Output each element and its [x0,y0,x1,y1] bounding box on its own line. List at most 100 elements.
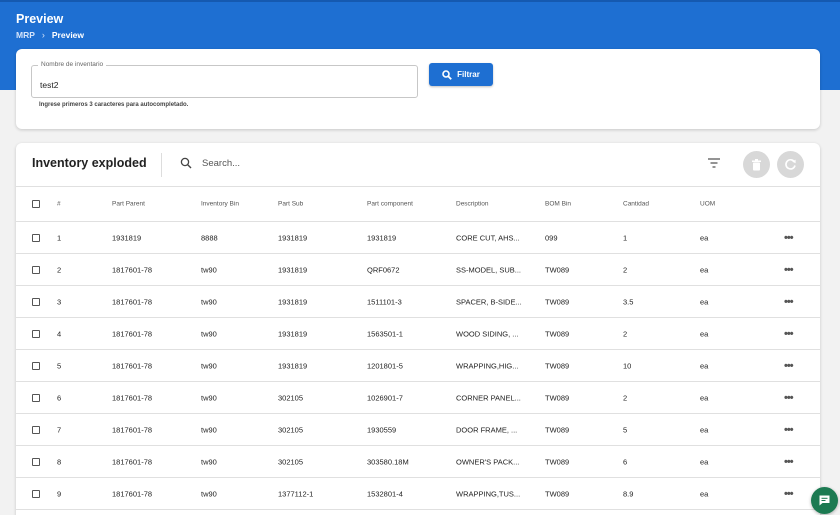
cell-inventory-bin: tw90 [201,265,217,274]
more-horizontal-icon[interactable]: ••• [784,264,794,276]
cell-bom-bin: TW089 [545,393,570,402]
cell-uom: ea [700,425,709,434]
cell-index: 5 [57,361,62,370]
row-checkbox[interactable] [32,393,40,402]
row-checkbox[interactable] [32,233,40,242]
cell-bom-bin: 099 [545,233,558,242]
row-checkbox[interactable] [32,297,40,306]
cell-part-component: 1931819 [367,233,397,242]
inventory-table-card: Inventory exploded # Part Parent Invento… [16,143,820,515]
more-horizontal-icon[interactable]: ••• [784,296,794,308]
cell-uom: ea [700,457,709,466]
cell-cantidad: 6 [623,457,628,466]
cell-inventory-bin: tw90 [201,425,217,434]
table-row[interactable]: 7 1817601-78 tw90 302105 1930559 DOOR FRAME, … [16,414,820,446]
cell-part-parent: 1817601-78 [112,297,153,306]
more-horizontal-icon[interactable]: ••• [784,456,794,468]
select-all-checkbox[interactable] [32,200,40,208]
more-horizontal-icon[interactable]: ••• [784,488,794,500]
cell-cantidad: 3.5 [623,297,634,306]
cell-index: 3 [57,297,62,306]
cell-part-component: 303580.18M [367,457,409,466]
cell-part-sub: 1931819 [278,297,308,306]
cell-part-parent: 1931819 [112,233,142,242]
row-checkbox[interactable] [32,425,40,434]
chevron-right-icon: › [41,30,45,40]
row-checkbox[interactable] [32,265,40,274]
cell-cantidad: 5 [623,425,628,434]
more-horizontal-icon[interactable]: ••• [784,392,794,404]
table-row[interactable]: 5 1817601-78 tw90 1931819 1201801-5 WRAPPING,… [16,350,820,382]
col-header-inventory-bin[interactable]: Inventory Bin [201,201,239,208]
row-checkbox[interactable] [32,329,40,338]
cell-part-component: 1026901-7 [367,393,403,402]
search-icon [442,69,452,80]
cell-description: SPACER, B-SIDE... [456,297,522,306]
cell-cantidad: 10 [623,361,632,370]
cell-index: 4 [57,329,62,338]
row-checkbox[interactable] [32,489,40,498]
cell-part-parent: 1817601-78 [112,425,153,434]
cell-part-component: QRF0672 [367,265,400,274]
cell-part-sub: 1377112-1 [278,489,314,498]
cell-bom-bin: TW089 [545,297,570,306]
cell-part-parent: 1817601-78 [112,489,153,498]
breadcrumb-link-mrp[interactable]: MRP [16,30,35,40]
cell-part-parent: 1817601-78 [112,361,153,370]
cell-description: OWNER'S PACK... [456,457,520,466]
table-row[interactable]: 2 1817601-78 tw90 1931819 QRF0672 SS-MODEL, S… [16,254,820,286]
col-header-part-parent[interactable]: Part Parent [112,201,145,208]
cell-bom-bin: TW089 [545,265,570,274]
breadcrumb-current: Preview [51,30,85,40]
more-horizontal-icon[interactable]: ••• [784,328,794,340]
autocomplete-hint: Ingrese primeros 3 caracteres para autoc… [39,102,189,108]
cell-part-sub: 302105 [278,457,304,466]
delete-button[interactable] [743,151,770,178]
more-horizontal-icon[interactable]: ••• [784,360,794,372]
more-horizontal-icon[interactable]: ••• [784,232,794,244]
cell-inventory-bin: tw90 [201,329,217,338]
col-header-part-sub[interactable]: Part Sub [278,201,303,208]
cell-inventory-bin: tw90 [201,489,217,498]
inventory-name-label: Nombre de inventario [38,61,107,68]
col-header-description[interactable]: Description [456,201,489,208]
row-checkbox[interactable] [32,361,40,370]
search-icon [180,157,192,169]
cell-bom-bin: TW089 [545,489,570,498]
chat-button[interactable] [811,487,838,514]
cell-cantidad: 2 [623,393,628,402]
cell-bom-bin: TW089 [545,361,570,370]
table-row[interactable]: 6 1817601-78 tw90 302105 1026901-7 CORNER PAN… [16,382,820,414]
more-horizontal-icon[interactable]: ••• [784,424,794,436]
cell-uom: ea [700,297,709,306]
cell-description: CORNER PANEL... [456,393,521,402]
col-header-uom[interactable]: UOM [700,201,715,208]
inventory-name-value[interactable]: test2 [40,80,58,90]
breadcrumb: MRP › Preview [16,30,84,40]
filter-button[interactable]: Filtrar [429,63,493,86]
cell-bom-bin: TW089 [545,457,570,466]
refresh-button[interactable] [777,151,804,178]
table-row[interactable]: 8 1817601-78 tw90 302105 303580.18M OWNER'S P… [16,446,820,478]
cell-part-parent: 1817601-78 [112,329,153,338]
cell-part-sub: 1931819 [278,233,308,242]
col-header-bom-bin[interactable]: BOM Bin [545,201,571,208]
table-row[interactable]: 4 1817601-78 tw90 1931819 1563501-1 WOOD SIDI… [16,318,820,350]
table-row[interactable]: 9 1817601-78 tw90 1377112-1 1532801-4 WRAPPIN… [16,478,820,510]
filter-lines-icon[interactable] [707,157,721,169]
table-row[interactable]: 3 1817601-78 tw90 1931819 1511101-3 SPACER, B… [16,286,820,318]
inventory-name-field[interactable]: Nombre de inventario test2 [31,61,418,98]
cell-part-sub: 302105 [278,425,304,434]
page-title: Preview [16,12,64,26]
row-checkbox[interactable] [32,457,40,466]
cell-cantidad: 2 [623,265,628,274]
table-row[interactable]: 1 1931819 8888 1931819 1931819 CORE CUT, AHS.… [16,222,820,254]
col-header-part-component[interactable]: Part component [367,201,413,208]
filter-card: Nombre de inventario test2 Filtrar Ingre… [16,49,820,129]
cell-part-sub: 1931819 [278,265,308,274]
chat-icon [819,495,830,506]
table-search-input[interactable] [202,156,402,170]
cell-part-sub: 1931819 [278,361,308,370]
table-title: Inventory exploded [32,156,147,170]
col-header-cantidad[interactable]: Cantidad [623,201,649,208]
